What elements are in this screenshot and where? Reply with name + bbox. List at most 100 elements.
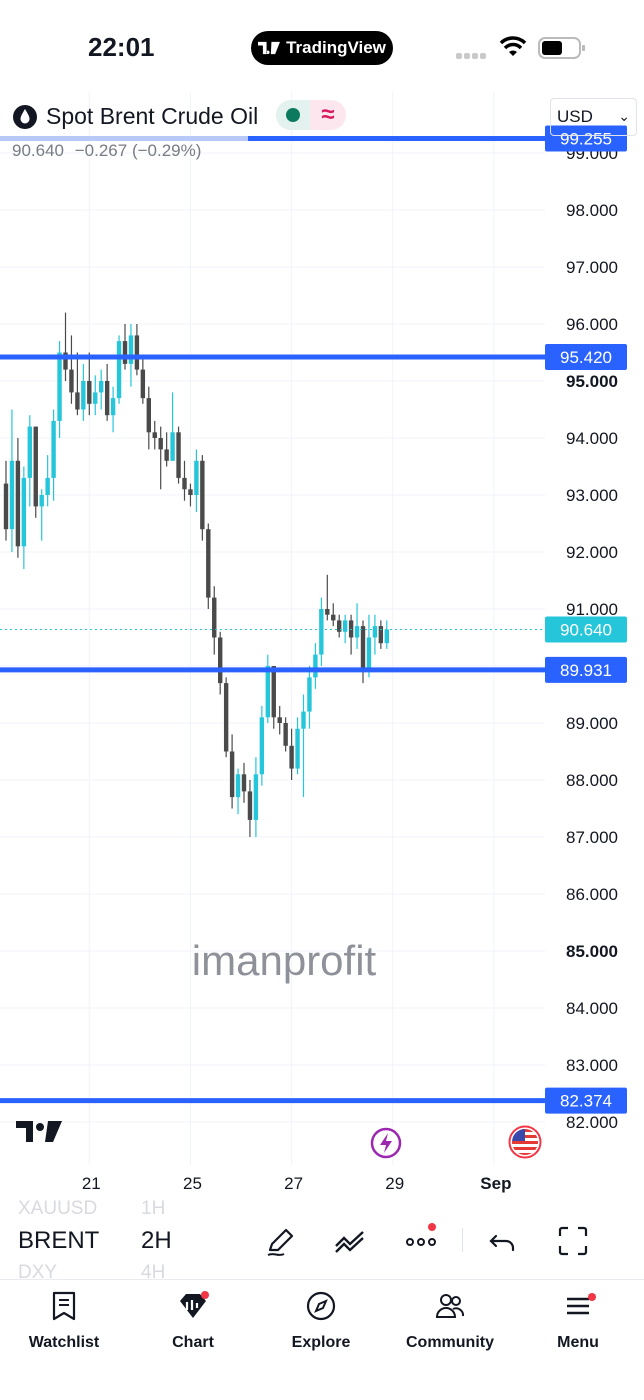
battery-icon xyxy=(538,37,585,59)
candle-body xyxy=(21,477,27,547)
candle-body xyxy=(277,717,282,723)
fullscreen-icon[interactable] xyxy=(556,1224,590,1258)
price-chart[interactable]: imanprofit 82.000 83.000 84.000 85.000 86.000… xyxy=(0,90,644,1200)
chart-toolbar: XAUUSD BRENT DXY 1H 2H 4H xyxy=(0,1198,644,1283)
market-open-dot-icon xyxy=(286,108,300,122)
lightning-event-icon[interactable] xyxy=(370,1127,402,1159)
candle-body xyxy=(313,654,318,678)
candle-body xyxy=(271,666,276,718)
watermark-text: imanprofit xyxy=(192,937,377,984)
candle-body xyxy=(295,728,300,769)
candle-body xyxy=(212,597,217,638)
price-axis-label: 97.000 xyxy=(566,258,618,277)
candle-body xyxy=(146,398,151,433)
price-axis-label: 91.000 xyxy=(566,600,618,619)
quote-change: −0.267 xyxy=(74,141,128,160)
symbol-option-next[interactable]: DXY xyxy=(18,1262,57,1284)
candle-body xyxy=(301,711,306,729)
candle-body xyxy=(158,438,163,450)
nav-menu[interactable]: Menu xyxy=(523,1290,633,1352)
candle-body xyxy=(15,460,21,547)
candle-body xyxy=(57,352,62,421)
candle-body xyxy=(152,432,157,438)
price-axis-label: 92.000 xyxy=(566,543,618,562)
nav-watchlist-label: Watchlist xyxy=(28,1334,100,1351)
currency-select[interactable]: USD ⌄ xyxy=(550,98,637,136)
candle-body xyxy=(253,774,259,820)
price-axis-label: 85.000 xyxy=(566,942,618,961)
symbol-name[interactable]: Spot Brent Crude Oil xyxy=(46,103,258,130)
candle-body xyxy=(194,460,199,495)
candle-body xyxy=(110,398,116,416)
candle-body xyxy=(360,626,366,672)
status-time: 22:01 xyxy=(88,32,155,62)
price-axis-label: 94.000 xyxy=(566,429,618,448)
candle-body xyxy=(283,723,288,746)
nav-chart-label: Chart xyxy=(172,1334,214,1351)
candle-body xyxy=(289,745,294,769)
symbol-picker-current[interactable]: BRENT xyxy=(18,1227,99,1255)
candle-body xyxy=(140,369,146,399)
interval-option-next[interactable]: 4H xyxy=(141,1262,165,1284)
candles xyxy=(3,312,389,837)
candle-body xyxy=(247,791,253,820)
nav-explore-label: Explore xyxy=(291,1334,351,1351)
candle-body xyxy=(134,335,140,370)
candle-body xyxy=(241,774,247,792)
candle-body xyxy=(182,477,187,490)
grid-lines xyxy=(0,92,545,1165)
undo-icon[interactable] xyxy=(486,1224,520,1258)
level-price-label: 82.374 xyxy=(560,1092,612,1111)
candle-body xyxy=(33,426,38,507)
candle-body xyxy=(116,341,122,399)
watchlist-icon xyxy=(52,1291,76,1321)
more-tools-notification-dot xyxy=(428,1223,436,1231)
candle-body xyxy=(319,609,324,655)
candle-body xyxy=(366,637,372,672)
chart-notification-dot xyxy=(201,1291,209,1299)
candle-body xyxy=(188,489,193,495)
candle-body xyxy=(307,677,312,712)
candle-body xyxy=(69,369,74,393)
time-axis-label: 29 xyxy=(385,1174,404,1193)
draw-pen-icon[interactable] xyxy=(264,1224,298,1258)
symbol-option-prev[interactable]: XAUUSD xyxy=(18,1198,97,1220)
candle-body xyxy=(87,381,92,404)
candle-body xyxy=(3,483,9,530)
nav-chart[interactable]: Chart xyxy=(138,1290,248,1352)
interval-picker-current[interactable]: 2H xyxy=(141,1227,172,1255)
toolbar-divider xyxy=(462,1228,463,1252)
candle-body xyxy=(81,381,86,410)
candle-body xyxy=(342,620,348,632)
trend-line-tool-icon[interactable] xyxy=(333,1224,367,1258)
candle-body xyxy=(9,460,15,530)
candle-body xyxy=(164,449,169,461)
candle-body xyxy=(170,432,175,461)
us-flag-event-icon[interactable] xyxy=(508,1125,542,1159)
candle-body xyxy=(200,460,205,530)
nav-community[interactable]: Community xyxy=(395,1290,505,1352)
quote-change-pct: (−0.29%) xyxy=(131,141,202,160)
price-axis-label: 89.000 xyxy=(566,714,618,733)
delayed-data-icon: ≈ xyxy=(321,101,335,128)
candle-body xyxy=(128,335,134,364)
bottom-navigation: Watchlist Chart Explore Community Menu xyxy=(0,1282,644,1400)
candle-body xyxy=(99,381,104,393)
price-axis-label: 98.000 xyxy=(566,201,618,220)
quote-last: 90.640 xyxy=(12,141,64,160)
tradingview-logo-icon xyxy=(258,41,281,55)
nav-community-label: Community xyxy=(406,1334,494,1351)
price-axis-label: 84.000 xyxy=(566,999,618,1018)
cellular-signal-icon xyxy=(456,46,490,59)
nav-explore[interactable]: Explore xyxy=(266,1290,376,1352)
tradingview-pill: TradingView xyxy=(251,31,393,65)
price-axis-label: 96.000 xyxy=(566,315,618,334)
candle-body xyxy=(27,426,32,478)
market-status-pill[interactable]: ≈ xyxy=(276,100,346,130)
candle-body xyxy=(223,683,229,752)
chevron-down-icon: ⌄ xyxy=(618,108,630,124)
candle-body xyxy=(104,381,110,416)
nav-watchlist[interactable]: Watchlist xyxy=(9,1290,119,1352)
interval-option-prev[interactable]: 1H xyxy=(141,1198,165,1220)
wifi-icon xyxy=(499,36,527,56)
